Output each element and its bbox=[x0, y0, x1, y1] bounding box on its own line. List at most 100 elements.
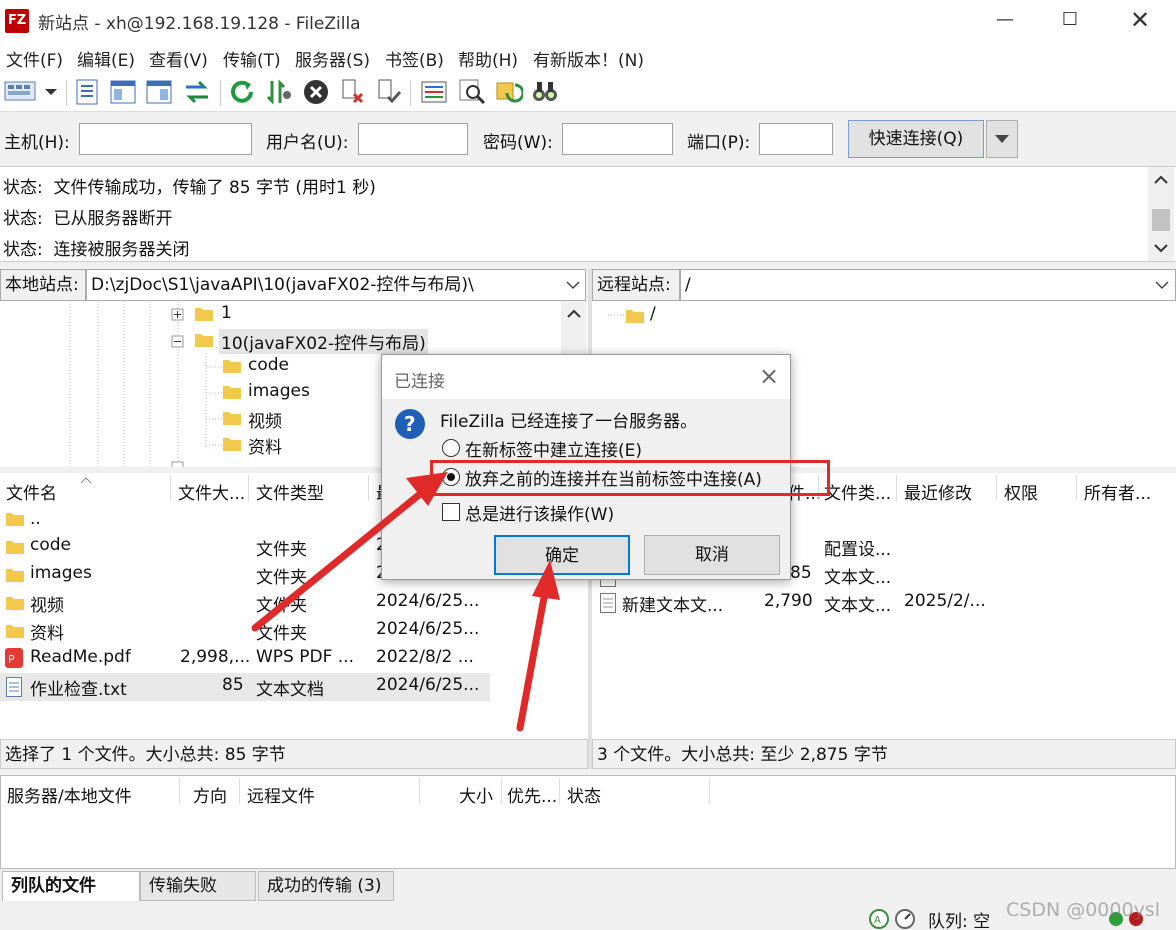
tab-successful-transfers[interactable]: 成功的传输 (3) bbox=[258, 871, 394, 901]
log-line: 状态: 文件传输成功，传输了 85 字节 (用时1 秒) bbox=[3, 173, 376, 198]
folder-icon bbox=[223, 386, 241, 399]
search-remote-files-icon[interactable] bbox=[530, 77, 560, 107]
tree-node-1[interactable]: 1 bbox=[221, 303, 232, 323]
transfer-queue-icon[interactable] bbox=[182, 77, 212, 107]
file-type: 文件夹 bbox=[256, 624, 307, 644]
file-name: 新建文本文... bbox=[622, 596, 724, 616]
queue-col-direction[interactable]: 方向 bbox=[193, 782, 227, 807]
col-modified[interactable]: 最近修改 bbox=[904, 479, 972, 504]
menu-file[interactable]: 文件(F) bbox=[6, 46, 63, 71]
file-name: 作业检查.txt bbox=[30, 680, 127, 700]
host-input[interactable] bbox=[79, 123, 252, 155]
sort-up-icon bbox=[80, 477, 92, 484]
speed-limit-icon[interactable]: A bbox=[868, 908, 890, 930]
dialog-close-icon[interactable]: × bbox=[754, 361, 784, 391]
directory-listing-filter-icon[interactable] bbox=[419, 77, 449, 107]
menu-edit[interactable]: 编辑(E) bbox=[77, 46, 135, 71]
queue-col-status[interactable]: 状态 bbox=[567, 782, 601, 807]
process-queue-icon[interactable] bbox=[263, 77, 293, 107]
menu-new-version[interactable]: 有新版本！(N) bbox=[533, 46, 644, 71]
menu-server[interactable]: 服务器(S) bbox=[295, 46, 370, 71]
chevron-down-icon bbox=[995, 135, 1009, 143]
refresh-icon[interactable] bbox=[227, 77, 257, 107]
folder-open-icon bbox=[195, 334, 213, 347]
password-input[interactable] bbox=[562, 123, 673, 155]
option-new-tab-label[interactable]: 在新标签中建立连接(E) bbox=[465, 436, 642, 461]
site-manager-icon[interactable] bbox=[3, 77, 61, 107]
close-window-button[interactable]: ✕ bbox=[1110, 0, 1170, 40]
tree-node-selected[interactable]: 10(javaFX02-控件与布局) bbox=[219, 329, 428, 354]
col-permissions[interactable]: 权限 bbox=[1004, 479, 1038, 504]
menu-transfer[interactable]: 传输(T) bbox=[223, 46, 281, 71]
gauge-icon[interactable] bbox=[894, 908, 916, 930]
list-item-selected[interactable]: 作业检查.txt 85 文本文档 2024/6/25... bbox=[0, 673, 490, 701]
filezilla-app-icon: FZ bbox=[5, 9, 29, 33]
log-scrollbar[interactable] bbox=[1148, 167, 1174, 261]
pdf-file-icon: P bbox=[5, 648, 23, 668]
col-owner[interactable]: 所有者... bbox=[1084, 479, 1151, 504]
message-log: 状态: 文件传输成功，传输了 85 字节 (用时1 秒) 状态: 已从服务器断开… bbox=[0, 166, 1176, 262]
tree-node-video[interactable]: 视频 bbox=[248, 407, 282, 432]
file-name: ReadMe.pdf bbox=[30, 647, 131, 667]
log-label: 状态: bbox=[3, 240, 43, 260]
username-input[interactable] bbox=[358, 123, 468, 155]
quickconnect-button[interactable]: 快速连接(Q) bbox=[848, 120, 984, 158]
remote-path-text: / bbox=[685, 275, 691, 295]
col-filetype[interactable]: 文件类型 bbox=[256, 479, 324, 504]
tree-node-root[interactable]: / bbox=[650, 304, 656, 324]
cancel-button[interactable]: 取消 bbox=[644, 535, 780, 575]
always-label[interactable]: 总是进行该操作(W) bbox=[465, 500, 614, 525]
file-modified: 2024/6/25... bbox=[376, 591, 480, 611]
queue-col-priority[interactable]: 优先... bbox=[507, 782, 557, 807]
transfer-queue: 服务器/本地文件 方向 远程文件 大小 优先... 状态 bbox=[0, 775, 1176, 869]
file-type: WPS PDF ... bbox=[256, 647, 354, 667]
tab-failed-transfers[interactable]: 传输失败 bbox=[140, 871, 256, 901]
toggle-local-tree-icon[interactable] bbox=[108, 77, 138, 107]
tree-node-materials[interactable]: 资料 bbox=[248, 433, 282, 458]
remote-path-combo[interactable]: / bbox=[680, 269, 1176, 301]
chevron-down-icon[interactable] bbox=[566, 281, 580, 290]
col-filesize[interactable]: 文件大... bbox=[178, 479, 245, 504]
col-filetype[interactable]: 文件类... bbox=[824, 479, 891, 504]
queue-col-size[interactable]: 大小 bbox=[459, 782, 493, 807]
local-path-combo[interactable]: D:\zjDoc\S1\javaAPI\10(javaFX02-控件与布局)\ bbox=[86, 269, 586, 301]
menu-help[interactable]: 帮助(H) bbox=[458, 46, 518, 71]
queue-col-remote-file[interactable]: 远程文件 bbox=[247, 782, 315, 807]
checkbox-always[interactable] bbox=[442, 503, 460, 521]
scroll-up-icon[interactable] bbox=[567, 309, 581, 319]
scroll-up-icon[interactable] bbox=[1154, 175, 1168, 185]
menu-bar: 文件(F) 编辑(E) 查看(V) 传输(T) 服务器(S) 书签(B) 帮助(… bbox=[0, 40, 1176, 74]
file-name: images bbox=[30, 563, 92, 583]
queue-status-text: 队列: 空 bbox=[928, 912, 991, 930]
chevron-down-icon[interactable] bbox=[1155, 281, 1169, 290]
tree-node-images[interactable]: images bbox=[248, 381, 310, 401]
maximize-button[interactable]: ☐ bbox=[1040, 0, 1100, 40]
tree-node-code[interactable]: code bbox=[248, 355, 289, 375]
menu-bookmarks[interactable]: 书签(B) bbox=[385, 46, 444, 71]
remote-site-bar: 远程站点: / bbox=[592, 269, 1176, 301]
toggle-comparison-icon[interactable] bbox=[457, 77, 487, 107]
file-modified: 2022/8/2 ... bbox=[376, 647, 474, 667]
quickconnect-history-dropdown[interactable] bbox=[986, 120, 1018, 158]
scroll-down-icon[interactable] bbox=[1154, 243, 1168, 253]
port-input[interactable] bbox=[759, 123, 833, 155]
synchronized-browsing-icon[interactable] bbox=[493, 77, 525, 107]
file-modified: 2025/2/... bbox=[904, 591, 986, 611]
menu-view[interactable]: 查看(V) bbox=[149, 46, 208, 71]
reconnect-icon[interactable] bbox=[373, 77, 403, 107]
col-filename[interactable]: 文件名 bbox=[6, 479, 57, 504]
file-size: 2,998,... bbox=[180, 647, 251, 667]
ok-button[interactable]: 确定 bbox=[494, 535, 630, 575]
minimize-button[interactable]: — bbox=[975, 0, 1035, 40]
radio-new-tab[interactable] bbox=[442, 439, 460, 457]
scroll-thumb[interactable] bbox=[1152, 209, 1170, 231]
folder-icon bbox=[6, 541, 24, 554]
disconnect-icon[interactable] bbox=[337, 77, 367, 107]
cancel-operation-icon[interactable] bbox=[301, 77, 331, 107]
file-type: 文本文档 bbox=[256, 680, 324, 700]
tab-queued-files[interactable]: 列队的文件 bbox=[2, 871, 140, 901]
toggle-remote-tree-icon[interactable] bbox=[144, 77, 174, 107]
queue-col-server-local-file[interactable]: 服务器/本地文件 bbox=[7, 782, 132, 807]
toggle-log-icon[interactable] bbox=[72, 77, 102, 107]
dialog-title: 已连接 bbox=[394, 372, 445, 392]
